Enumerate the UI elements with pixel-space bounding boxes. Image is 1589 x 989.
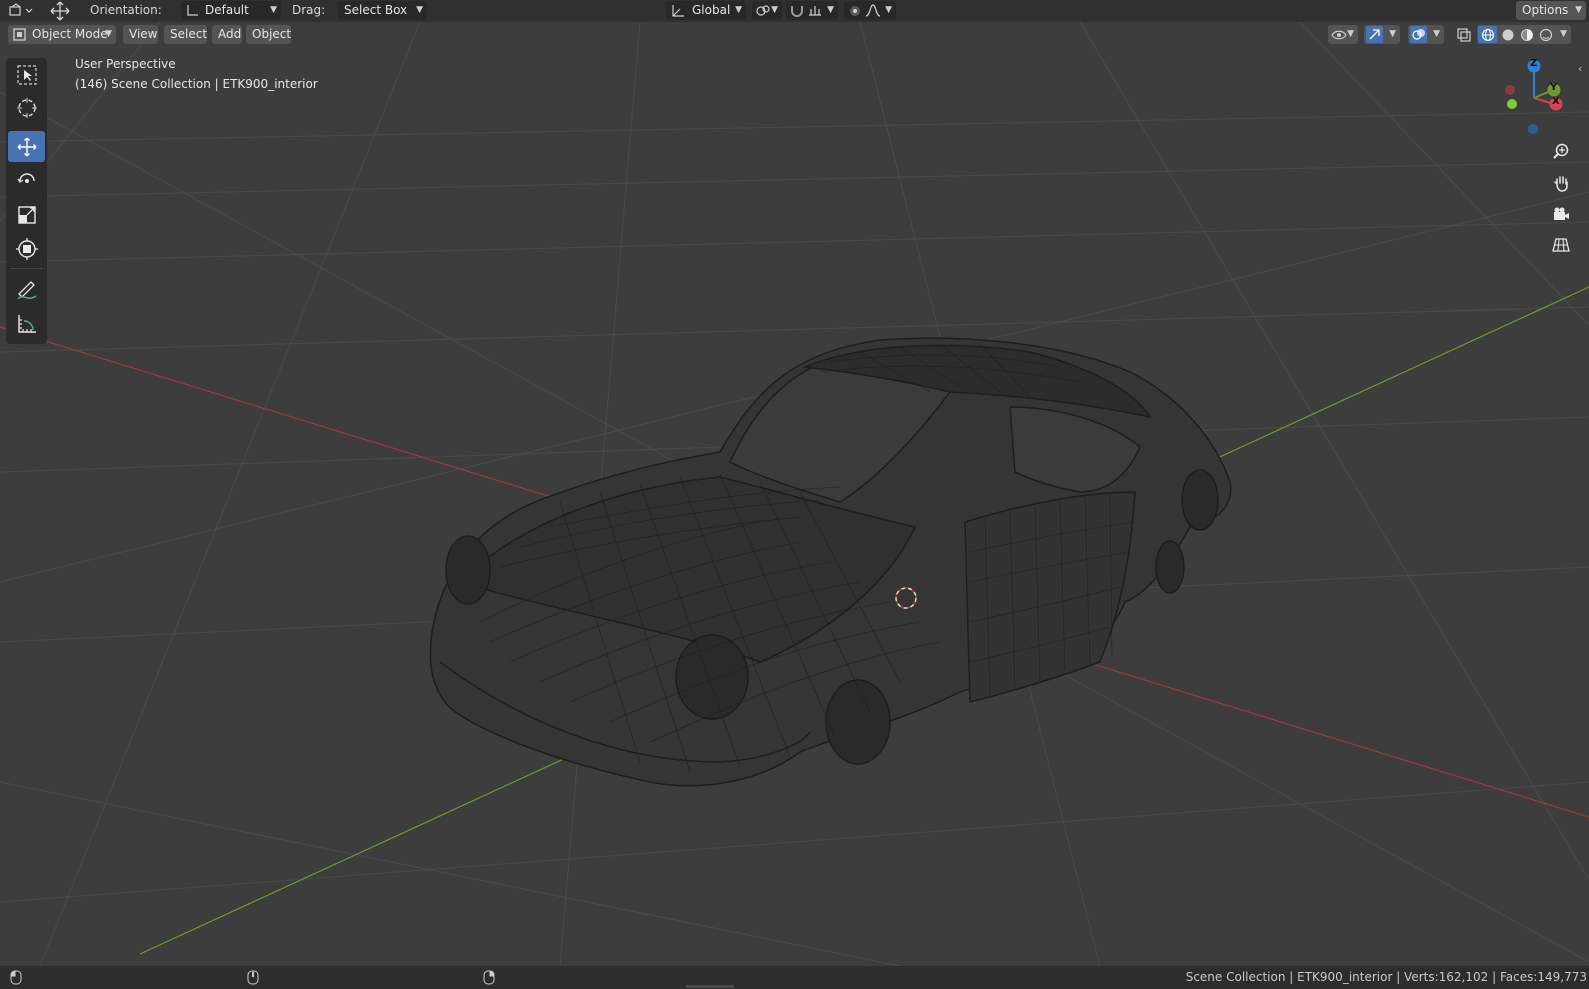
zoom-in-icon bbox=[1553, 143, 1569, 159]
drag-label: Drag: bbox=[292, 3, 326, 17]
orientation-value: Default bbox=[205, 3, 249, 17]
scene-statistics: Scene Collection | ETK900_interior | Ver… bbox=[1185, 970, 1587, 984]
pan-view-button[interactable] bbox=[1548, 170, 1574, 196]
pivot-icon bbox=[755, 3, 771, 18]
orientation-dropdown[interactable]: Default ▼ bbox=[181, 1, 281, 20]
eye-icon bbox=[1331, 27, 1347, 42]
chevron-down-icon: ▼ bbox=[735, 5, 742, 15]
chevron-down-icon: ▼ bbox=[885, 5, 892, 15]
move-tool-icon[interactable] bbox=[48, 1, 72, 21]
scale-icon bbox=[17, 205, 36, 224]
gizmo-icon bbox=[1366, 26, 1383, 43]
viewport-header: Object Mode ▼ View Select Add Object ▼ ▼… bbox=[0, 22, 1589, 48]
chevron-down-icon: ▼ bbox=[1433, 29, 1440, 39]
snap-increment-icon bbox=[807, 3, 823, 18]
view-menu[interactable]: View bbox=[123, 25, 158, 44]
proportional-edit-icon bbox=[847, 3, 863, 18]
chevron-down-icon: ▼ bbox=[1347, 29, 1354, 39]
gizmo-y-label: Y bbox=[1550, 82, 1558, 93]
pivot-point-dropdown[interactable]: ▼ bbox=[752, 1, 782, 20]
chevron-down-icon: ▼ bbox=[416, 5, 423, 15]
options-label: Options bbox=[1522, 3, 1569, 17]
falloff-curve-icon bbox=[865, 3, 881, 18]
annotate-pencil-icon bbox=[16, 280, 36, 300]
mouse-left-icon bbox=[9, 970, 23, 985]
editor-type-icon[interactable] bbox=[6, 2, 36, 20]
add-menu[interactable]: Add bbox=[212, 25, 242, 44]
toolbar-divider bbox=[10, 268, 43, 269]
chevron-down-icon: ▼ bbox=[1389, 29, 1396, 39]
3d-viewport[interactable] bbox=[0, 22, 1589, 966]
grid-perspective-icon bbox=[1552, 238, 1570, 252]
status-bar: Scene Collection | ETK900_interior | Ver… bbox=[0, 966, 1589, 989]
select-box-icon bbox=[16, 64, 37, 85]
mode-value: Object Mode bbox=[32, 27, 108, 41]
rendered-shading-icon[interactable] bbox=[1536, 26, 1555, 43]
global-axes-icon bbox=[670, 3, 686, 18]
overlays-dropdown[interactable]: ▼ bbox=[1408, 25, 1444, 44]
measure-ruler-icon bbox=[17, 314, 36, 333]
orientation-gizmo-icon bbox=[185, 3, 199, 17]
chevron-down-icon: ▼ bbox=[270, 5, 277, 15]
cursor-tool[interactable] bbox=[8, 92, 45, 123]
select-menu[interactable]: Select bbox=[164, 25, 207, 44]
chevron-down-icon[interactable]: ▼ bbox=[1560, 25, 1567, 44]
tool-settings-header: Orientation: Default ▼ Drag: Select Box … bbox=[0, 0, 1589, 22]
move-tool[interactable] bbox=[8, 131, 45, 162]
sidebar-toggle-icon[interactable]: ‹ bbox=[1578, 62, 1582, 75]
object-mode-icon bbox=[12, 27, 27, 42]
hand-icon bbox=[1554, 176, 1568, 192]
shading-mode-group: ▼ bbox=[1477, 25, 1571, 44]
material-shading-icon[interactable] bbox=[1517, 26, 1536, 43]
select-box-tool[interactable] bbox=[8, 59, 45, 90]
mouse-right-icon bbox=[482, 970, 496, 985]
scene-info: (146) Scene Collection | ETK900_interior bbox=[75, 77, 318, 91]
transform-orientation-value: Global bbox=[692, 3, 731, 17]
solid-shading-icon[interactable] bbox=[1498, 26, 1517, 43]
annotate-tool[interactable] bbox=[8, 274, 45, 305]
snap-controls[interactable]: ▼ bbox=[786, 1, 838, 20]
move-icon bbox=[17, 137, 36, 156]
xray-toggle-icon[interactable] bbox=[1455, 26, 1473, 44]
rotate-icon bbox=[16, 172, 35, 183]
gizmo-z-label: Z bbox=[1530, 58, 1538, 69]
magnet-icon bbox=[789, 3, 805, 18]
transform-orientation-dropdown[interactable]: Global ▼ bbox=[666, 1, 746, 20]
object-menu[interactable]: Object bbox=[246, 25, 291, 44]
proportional-editing-controls[interactable]: ▼ bbox=[844, 1, 896, 20]
gizmo-x-label: X bbox=[1552, 96, 1560, 107]
chevron-down-icon: ▼ bbox=[771, 5, 778, 15]
navigation-gizmo[interactable]: Z Y X bbox=[1495, 52, 1565, 142]
drag-value: Select Box bbox=[344, 3, 408, 17]
transform-tool[interactable] bbox=[8, 233, 45, 264]
zoom-view-button[interactable] bbox=[1548, 138, 1574, 164]
options-dropdown[interactable]: Options ▼ bbox=[1516, 1, 1586, 20]
camera-icon bbox=[1554, 207, 1569, 220]
chevron-down-icon: ▼ bbox=[827, 5, 834, 15]
tool-shelf bbox=[6, 58, 47, 344]
rotate-tool[interactable] bbox=[8, 164, 45, 195]
perspective-toggle-button[interactable] bbox=[1548, 232, 1574, 258]
resize-handle[interactable] bbox=[686, 985, 734, 988]
camera-view-button[interactable] bbox=[1548, 201, 1574, 227]
overlays-icon bbox=[1410, 26, 1427, 43]
drag-dropdown[interactable]: Select Box ▼ bbox=[338, 1, 427, 20]
mouse-middle-icon bbox=[246, 970, 260, 985]
view-name: User Perspective bbox=[75, 57, 176, 71]
mode-dropdown[interactable]: Object Mode ▼ bbox=[8, 25, 116, 44]
chevron-down-icon: ▼ bbox=[1575, 5, 1582, 15]
wireframe-shading-icon[interactable] bbox=[1478, 26, 1497, 43]
scale-tool[interactable] bbox=[8, 199, 45, 230]
cursor-icon bbox=[16, 97, 37, 118]
measure-tool[interactable] bbox=[8, 308, 45, 339]
gizmo-dropdown[interactable]: ▼ bbox=[1364, 25, 1400, 44]
chevron-down-icon: ▼ bbox=[105, 29, 112, 39]
transform-icon bbox=[15, 237, 38, 260]
visibility-dropdown[interactable]: ▼ bbox=[1328, 25, 1358, 44]
orientation-label: Orientation: bbox=[90, 3, 162, 17]
